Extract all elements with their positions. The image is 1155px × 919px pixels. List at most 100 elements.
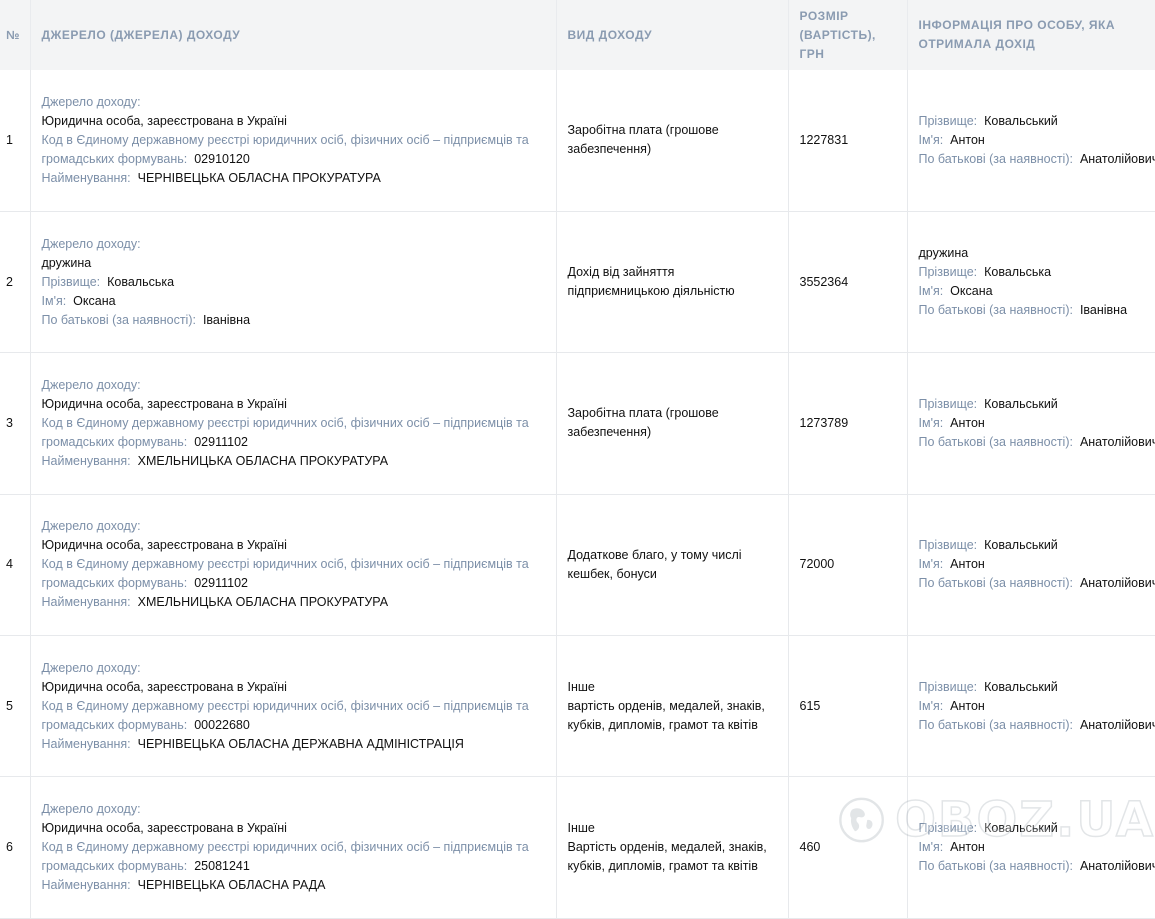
recipient-first-name-line: Ім'я: Антон (919, 555, 1152, 574)
source-label: Джерело доходу: (41, 236, 141, 251)
income-type-line: кубків, дипломів, грамот та квітів (567, 717, 758, 732)
patronymic-label: По батькові (за наявності): (41, 312, 196, 327)
surname-label: Прізвище: (918, 679, 978, 694)
source-patronymic-line: По батькові (за наявності): Іванівна (42, 311, 545, 330)
income-type-line: вартість орденів, медалей, знаків, (567, 698, 765, 713)
income-amount: 460 (788, 776, 908, 919)
recipient-surname-line: Прізвище: Ковальський (919, 678, 1152, 697)
recipient-patronymic-line: По батькові (за наявності): Анатолійович (918, 574, 1155, 593)
recipient-cell: Прізвище: Ковальський Ім'я: Антон По батьк… (907, 494, 1155, 637)
row-number: 4 (0, 494, 31, 637)
surname-label: Прізвище: (918, 265, 978, 280)
income-type-line: Заробітна плата (грошове (567, 123, 719, 138)
registry-code-line: Код в Єдиному державному реєстрі юридичн… (42, 414, 545, 452)
recipient-patronymic: Анатолійович (1079, 859, 1155, 874)
recipient-first-name: Антон (950, 415, 985, 430)
header-amount-line: РОЗМІР (799, 8, 849, 23)
recipient-first-name: Антон (950, 698, 985, 713)
recipient-surname: Ковальський (984, 821, 1058, 836)
source-first-name-line: Ім'я: Оксана (42, 292, 545, 311)
income-type-line: підприємницькою діяльністю (567, 284, 735, 299)
header-amount: РОЗМІР (ВАРТІСТЬ), ГРН (788, 0, 908, 70)
source-surname: Ковальська (107, 274, 175, 289)
recipient-patronymic: Анатолійович (1079, 434, 1155, 449)
source-patronymic: Іванівна (202, 312, 251, 327)
header-income-type: ВИД ДОХОДУ (556, 0, 789, 70)
income-type-line: Вартість орденів, медалей, знаків, (567, 840, 767, 855)
income-type-cell: Інше Вартість орденів, медалей, знаків, … (556, 776, 789, 919)
source-label: Джерело доходу: (41, 802, 141, 817)
recipient-surname-line: Прізвище: Ковальський (919, 112, 1152, 131)
recipient-surname: Ковальський (984, 113, 1058, 128)
source-label: Джерело доходу: (41, 94, 141, 109)
recipient-first-name-line: Ім'я: Антон (919, 131, 1152, 150)
org-name-label: Найменування: (41, 736, 131, 751)
patronymic-label: По батькові (за наявності): (918, 576, 1073, 591)
org-name-line: Найменування: ХМЕЛЬНИЦЬКА ОБЛАСНА ПРОКУРА… (42, 452, 545, 471)
recipient-surname-line: Прізвище: Ковальська (919, 263, 1152, 282)
income-amount: 1273789 (788, 352, 908, 495)
recipient-first-name: Антон (950, 132, 985, 147)
source-label: Джерело доходу: (41, 660, 141, 675)
table-row: 5 Джерело доходу: Юридична особа, зареєс… (0, 635, 1155, 778)
recipient-cell: Прізвище: Ковальський Ім'я: Антон По батьк… (907, 70, 1155, 212)
surname-label: Прізвище: (918, 821, 978, 836)
recipient-surname-line: Прізвище: Ковальський (919, 819, 1152, 838)
first-name-label: Ім'я: (918, 132, 944, 147)
registry-code: 25081241 (194, 859, 250, 874)
recipient-patronymic-line: По батькові (за наявності): Анатолійович (918, 433, 1155, 452)
recipient-surname: Ковальський (984, 396, 1058, 411)
income-source-cell: Джерело доходу: Юридична особа, зареєстр… (30, 70, 557, 212)
recipient-patronymic-line: По батькові (за наявності): Анатолійович (919, 857, 1155, 876)
surname-label: Прізвище: (918, 396, 978, 411)
row-number: 6 (0, 776, 31, 919)
recipient-first-name-line: Ім'я: Антон (919, 697, 1152, 716)
recipient-first-name-line: Ім'я: Антон (919, 838, 1152, 857)
source-label: Джерело доходу: (41, 377, 141, 392)
org-name-line: Найменування: ЧЕРНІВЕЦЬКА ОБЛАСНА ДЕРЖАВН… (42, 735, 545, 754)
income-source-cell: Джерело доходу: Юридична особа, зареєстр… (30, 635, 557, 778)
source-surname-line: Прізвище: Ковальська (42, 273, 545, 292)
registry-code-label: Код в Єдиному державному реєстрі юридичн… (41, 557, 529, 591)
surname-label: Прізвище: (918, 538, 978, 553)
patronymic-label: По батькові (за наявності): (918, 151, 1073, 166)
income-type-line: кешбек, бонуси (567, 566, 657, 581)
table-row: 2 Джерело доходу: дружина Прізвище: Ковал… (0, 211, 1155, 354)
source-kind: Юридична особа, зареєстрована в Україні (41, 113, 287, 128)
registry-code: 02910120 (194, 151, 250, 166)
recipient-surname: Ковальський (984, 679, 1058, 694)
surname-label: Прізвище: (918, 113, 978, 128)
registry-code-line: Код в Єдиному державному реєстрі юридичн… (42, 555, 545, 593)
income-type-cell: Інше вартість орденів, медалей, знаків, … (556, 635, 789, 778)
org-name-line: Найменування: ЧЕРНІВЕЦЬКА ОБЛАСНА РАДА (42, 876, 545, 895)
income-type-line: Інше (567, 821, 595, 836)
income-amount: 615 (788, 635, 908, 778)
source-first-name: Оксана (73, 293, 116, 308)
org-name-label: Найменування: (41, 170, 131, 185)
registry-code-line: Код в Єдиному державному реєстрі юридичн… (42, 838, 545, 876)
income-source-cell: Джерело доходу: дружина Прізвище: Ковальс… (30, 211, 557, 354)
income-type-line: забезпечення) (567, 425, 652, 440)
header-number: № (0, 0, 31, 70)
income-type-cell: Заробітна плата (грошове забезпечення) (556, 70, 789, 212)
income-amount: 1227831 (788, 70, 908, 212)
recipient-patronymic: Анатолійович (1079, 717, 1155, 732)
first-name-label: Ім'я: (918, 415, 944, 430)
table-row: 3 Джерело доходу: Юридична особа, зареєс… (0, 352, 1155, 495)
income-amount: 3552364 (788, 211, 908, 354)
org-name: ЧЕРНІВЕЦЬКА ОБЛАСНА РАДА (137, 878, 326, 893)
table-row: 4 Джерело доходу: Юридична особа, зареєс… (0, 494, 1155, 637)
registry-code: 02911102 (194, 434, 248, 449)
income-type-line: кубків, дипломів, грамот та квітів (567, 859, 758, 874)
recipient-first-name-line: Ім'я: Антон (919, 414, 1152, 433)
registry-code-label: Код в Єдиному державному реєстрі юридичн… (41, 132, 529, 166)
patronymic-label: По батькові (за наявності): (918, 434, 1073, 449)
table-row: 1 Джерело доходу: Юридична особа, зареєс… (0, 70, 1155, 212)
source-kind: Юридична особа, зареєстрована в Україні (41, 679, 287, 694)
recipient-cell: Прізвище: Ковальський Ім'я: Антон По батьк… (907, 352, 1155, 495)
first-name-label: Ім'я: (41, 293, 67, 308)
source-kind: Юридична особа, зареєстрована в Україні (41, 396, 287, 411)
income-amount: 72000 (788, 494, 908, 637)
income-type-cell: Заробітна плата (грошове забезпечення) (556, 352, 789, 495)
recipient-patronymic-line: По батькові (за наявності): Іванівна (919, 301, 1152, 320)
